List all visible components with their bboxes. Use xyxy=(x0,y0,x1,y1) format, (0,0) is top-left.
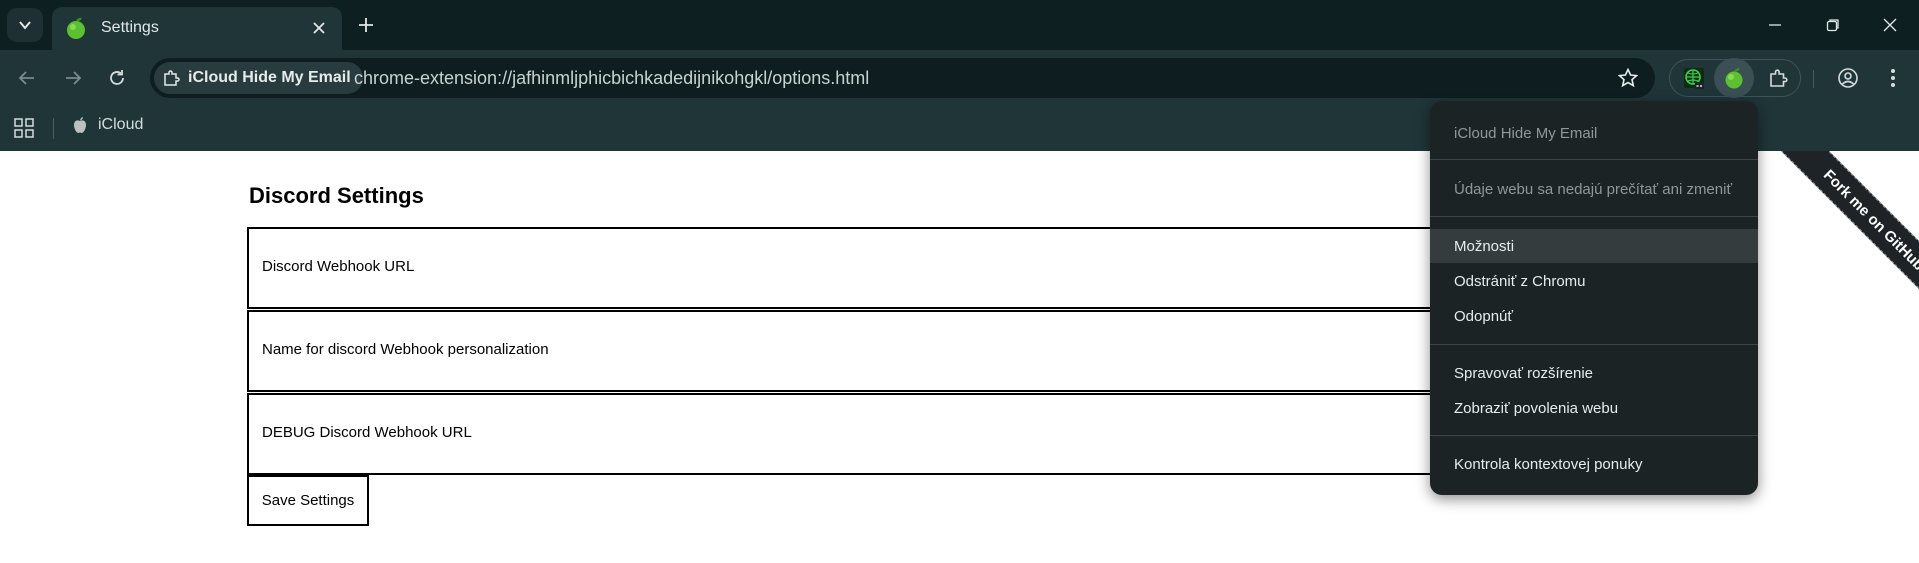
reload-icon xyxy=(108,69,126,87)
browser-toolbar: iCloud Hide My Email chrome-extension://… xyxy=(0,50,1919,106)
more-vertical-icon xyxy=(1890,68,1896,88)
menu-item-inspect-popup[interactable]: Kontrola kontextovej ponuky xyxy=(1430,447,1758,481)
account-icon xyxy=(1837,67,1859,89)
github-ribbon-band[interactable]: Fork me on GitHub xyxy=(1770,151,1919,324)
url-text: chrome-extension://jafhinmljphicbichkade… xyxy=(354,68,870,88)
bookmark-label: iCloud xyxy=(98,116,144,133)
close-icon xyxy=(1883,18,1897,32)
extensions-menu-button[interactable] xyxy=(1762,62,1794,94)
menu-item-unpin[interactable]: Odopnúť xyxy=(1430,299,1758,333)
field-label: Discord Webhook URL xyxy=(262,258,415,275)
back-button[interactable] xyxy=(9,60,45,96)
bookmarks-divider xyxy=(53,118,54,139)
github-ribbon-text: Fork me on GitHub xyxy=(1820,166,1919,274)
save-settings-button[interactable]: Save Settings xyxy=(247,475,369,526)
arrow-left-icon xyxy=(18,69,36,87)
menu-item-manage-extension[interactable]: Spravovať rozšírenie xyxy=(1430,356,1758,390)
forward-button[interactable] xyxy=(55,60,91,96)
tab-title: Settings xyxy=(101,19,159,36)
field-label: Name for discord Webhook personalization xyxy=(262,341,549,358)
menu-title: iCloud Hide My Email xyxy=(1454,124,1598,142)
reload-button[interactable] xyxy=(99,60,135,96)
minimize-icon xyxy=(1768,18,1782,32)
apple-logo-icon xyxy=(72,116,88,134)
apple-favicon-icon xyxy=(64,16,88,40)
discord-webhook-url-field[interactable]: Discord Webhook URL xyxy=(247,227,1497,309)
new-tab-button[interactable] xyxy=(352,11,380,39)
globe-icon xyxy=(1682,66,1706,90)
chevron-down-icon xyxy=(18,18,32,32)
apple-icon xyxy=(1722,66,1746,90)
extension-chip[interactable]: iCloud Hide My Email xyxy=(154,62,363,94)
star-icon[interactable] xyxy=(1615,65,1641,91)
extension-context-menu: iCloud Hide My Email Údaje webu sa nedaj… xyxy=(1430,101,1758,495)
menu-separator xyxy=(1430,159,1758,160)
chrome-menu-button[interactable] xyxy=(1875,60,1911,96)
tab-search-button[interactable] xyxy=(7,8,43,42)
menu-site-access: Údaje webu sa nedajú prečítať ani zmeniť xyxy=(1454,180,1733,198)
plus-icon xyxy=(358,17,374,33)
bookmark-icloud[interactable]: iCloud xyxy=(72,116,143,134)
tab-settings[interactable]: Settings xyxy=(52,7,342,50)
tab-strip: Settings xyxy=(0,0,1919,50)
restore-button[interactable] xyxy=(1804,0,1862,50)
address-bar[interactable]: iCloud Hide My Email chrome-extension://… xyxy=(150,58,1655,98)
minimize-button[interactable] xyxy=(1746,0,1804,50)
menu-item-view-site-permissions[interactable]: Zobraziť povolenia webu xyxy=(1430,391,1758,425)
profile-button[interactable] xyxy=(1830,60,1866,96)
apps-grid-icon[interactable] xyxy=(14,118,34,138)
menu-item-remove-from-chrome[interactable]: Odstrániť z Chromu xyxy=(1430,264,1758,298)
close-icon[interactable] xyxy=(306,15,332,41)
menu-separator xyxy=(1430,435,1758,436)
menu-item-options[interactable]: Možnosti xyxy=(1430,229,1758,263)
debug-webhook-url-field[interactable]: DEBUG Discord Webhook URL xyxy=(247,393,1497,475)
extension-chip-label: iCloud Hide My Email xyxy=(188,69,351,86)
webhook-name-field[interactable]: Name for discord Webhook personalization xyxy=(247,310,1497,392)
icloud-hide-my-email-extension-button[interactable] xyxy=(1714,58,1754,98)
puzzle-icon xyxy=(162,68,182,88)
field-label: DEBUG Discord Webhook URL xyxy=(262,424,472,441)
restore-icon xyxy=(1826,18,1840,32)
extensions-group xyxy=(1669,58,1801,98)
menu-separator xyxy=(1430,216,1758,217)
puzzle-icon xyxy=(1768,68,1788,88)
vpn-extension-button[interactable] xyxy=(1678,62,1710,94)
arrow-right-icon xyxy=(64,69,82,87)
menu-separator xyxy=(1430,344,1758,345)
toolbar-divider xyxy=(1813,70,1814,88)
close-window-button[interactable] xyxy=(1861,0,1919,50)
page-title: Discord Settings xyxy=(249,183,424,208)
